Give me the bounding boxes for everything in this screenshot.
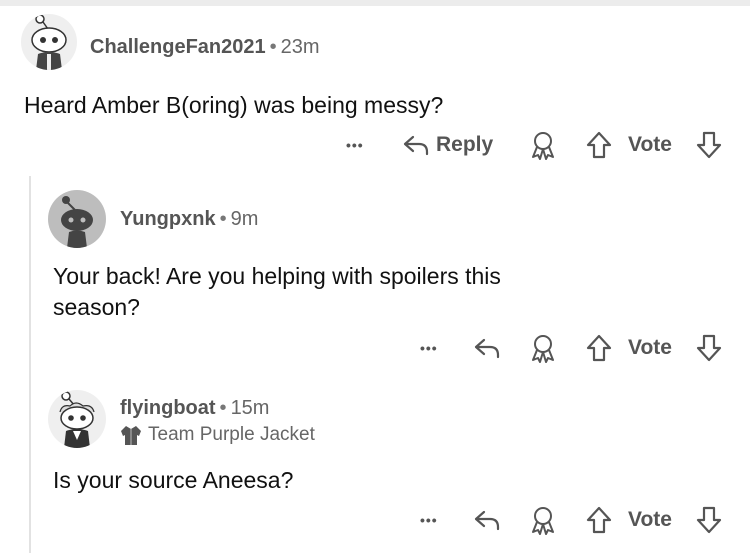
reply-arrow-icon (474, 510, 500, 531)
comment-body: Your back! Are you helping with spoilers… (53, 261, 501, 323)
vote-count: Vote (628, 331, 672, 365)
award-button[interactable] (529, 333, 557, 363)
vote-count: Vote (628, 128, 672, 162)
reply-label: Reply (436, 133, 494, 156)
upvote-arrow-icon (586, 131, 612, 159)
more-options-button[interactable]: ••• (420, 503, 438, 537)
reply-button[interactable]: Reply (402, 128, 493, 162)
more-options-button[interactable]: ••• (420, 331, 438, 365)
comment-body: Is your source Aneesa? (53, 467, 294, 493)
award-button[interactable] (529, 505, 557, 535)
more-options-label: ••• (420, 512, 438, 528)
downvote-arrow-icon (696, 131, 722, 159)
reply-button[interactable] (473, 336, 501, 360)
award-icon (532, 335, 554, 363)
timestamp: 9m (230, 208, 259, 230)
downvote-button[interactable] (696, 506, 722, 534)
downvote-arrow-icon (696, 334, 722, 362)
comment-body-line: Your back! Are you helping with spoilers… (53, 263, 501, 289)
separator-dot: • (219, 208, 227, 230)
downvote-button[interactable] (696, 334, 722, 362)
reply-button[interactable] (473, 508, 501, 532)
user-flair: Team Purple Jacket (120, 424, 315, 446)
reply-arrow-icon (474, 338, 500, 359)
snoo-avatar-icon (59, 391, 95, 448)
jacket-icon (121, 426, 141, 445)
award-icon (532, 507, 554, 535)
downvote-button[interactable] (696, 131, 722, 159)
timestamp: 15m (230, 397, 270, 419)
award-button[interactable] (529, 130, 557, 160)
flair-label: Team Purple Jacket (148, 424, 315, 445)
comment-meta: Yungpxnk • 9m (120, 208, 258, 231)
vote-count: Vote (628, 503, 672, 537)
top-divider (0, 0, 750, 6)
timestamp: 23m (280, 36, 320, 58)
upvote-button[interactable] (586, 334, 612, 362)
avatar[interactable] (21, 14, 77, 70)
upvote-arrow-icon (586, 334, 612, 362)
avatar[interactable] (48, 190, 106, 248)
award-icon (532, 132, 554, 160)
comment-body: Heard Amber B(oring) was being messy? (24, 92, 444, 118)
more-options-label: ••• (420, 340, 438, 356)
vote-label: Vote (628, 336, 672, 359)
upvote-button[interactable] (586, 131, 612, 159)
more-options-label: ••• (346, 137, 364, 153)
reply-arrow-icon (403, 135, 429, 156)
username[interactable]: Yungpxnk (120, 208, 216, 230)
more-options-button[interactable]: ••• (346, 128, 364, 162)
thread-collapse-line[interactable] (29, 176, 31, 553)
separator-dot: • (219, 397, 227, 419)
vote-label: Vote (628, 133, 672, 156)
snoo-avatar-icon (61, 196, 93, 248)
username[interactable]: ChallengeFan2021 (90, 36, 266, 58)
comment-meta: ChallengeFan2021 • 23m (90, 36, 320, 59)
comment-meta: flyingboat • 15m (120, 397, 269, 420)
snoo-avatar-icon (31, 14, 67, 70)
downvote-arrow-icon (696, 506, 722, 534)
separator-dot: • (269, 36, 277, 58)
upvote-arrow-icon (586, 506, 612, 534)
comment-body-line: season? (53, 294, 140, 320)
vote-label: Vote (628, 508, 672, 531)
username[interactable]: flyingboat (120, 397, 216, 419)
avatar[interactable] (48, 390, 106, 448)
upvote-button[interactable] (586, 506, 612, 534)
